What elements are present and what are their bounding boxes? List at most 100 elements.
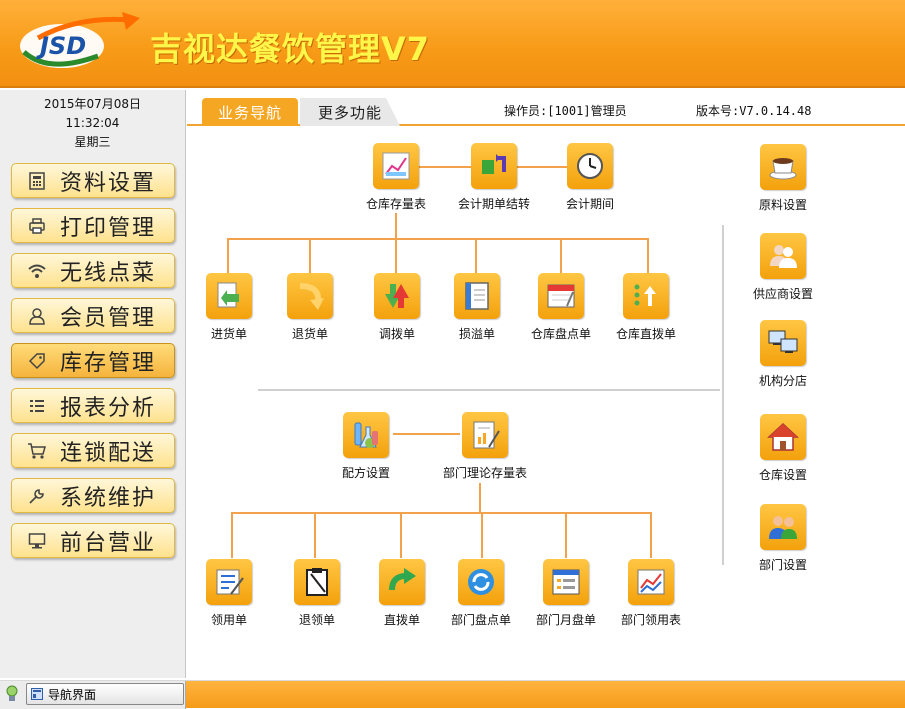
node-return-requisition[interactable]: 退领单	[272, 559, 362, 628]
connector	[227, 238, 649, 240]
node-label: 部门设置	[758, 558, 807, 572]
connector	[560, 238, 562, 273]
date-text: 2015年07月08日	[43, 97, 142, 111]
people-icon	[760, 504, 806, 550]
sidebar-item-front-desk[interactable]: 前台营业	[11, 523, 175, 558]
node-transfer-order[interactable]: 调拨单	[352, 273, 442, 342]
tag-icon	[26, 350, 48, 372]
monitor-icon	[26, 530, 48, 552]
connector	[231, 512, 651, 514]
node-recipe-settings[interactable]: 配方设置	[321, 412, 411, 481]
node-warehouse-settings[interactable]: 仓库设置	[738, 414, 828, 483]
list-arrow-icon	[623, 273, 669, 319]
node-return-order[interactable]: 退货单	[265, 273, 355, 342]
sidebar-item-label: 会员管理	[60, 305, 157, 331]
sidebar-item-label: 打印管理	[60, 215, 157, 241]
node-dept-count[interactable]: 部门盘点单	[436, 559, 526, 628]
node-department-settings[interactable]: 部门设置	[738, 504, 828, 573]
node-period-close[interactable]: 会计期单结转	[449, 143, 539, 212]
wrench-icon	[26, 485, 48, 507]
node-label: 部门月盘单	[535, 613, 596, 627]
nav-screen-label: 导航界面	[48, 687, 97, 702]
nav-screen-button[interactable]: 导航界面	[26, 683, 184, 705]
redo-arrow-icon	[379, 559, 425, 605]
connector	[314, 512, 316, 558]
purchase-icon	[206, 273, 252, 319]
tab-more-functions[interactable]: 更多功能	[300, 98, 400, 126]
connector	[481, 512, 483, 558]
users-icon	[760, 233, 806, 279]
node-dept-monthly-count[interactable]: 部门月盘单	[521, 559, 611, 628]
transfer-icon	[471, 143, 517, 189]
node-accounting-period[interactable]: 会计期间	[545, 143, 635, 212]
node-label: 部门领用表	[620, 613, 681, 627]
sidebar-item-chain-delivery[interactable]: 连锁配送	[11, 433, 175, 468]
connector	[479, 483, 481, 513]
sidebar-item-label: 报表分析	[60, 395, 157, 421]
node-supplier-settings[interactable]: 供应商设置	[738, 233, 828, 302]
sidebar-item-label: 系统维护	[60, 485, 157, 511]
node-label: 机构分店	[758, 374, 807, 388]
node-label: 原料设置	[758, 198, 807, 212]
node-purchase-order[interactable]: 进货单	[184, 273, 274, 342]
node-label: 仓库盘点单	[530, 327, 591, 341]
node-label: 仓库存量表	[365, 197, 426, 211]
sidebar-item-reports[interactable]: 报表分析	[11, 388, 175, 423]
version-info: 版本号:V7.0.14.48	[696, 104, 812, 118]
connector	[227, 238, 229, 273]
connector	[309, 238, 311, 273]
node-warehouse-direct[interactable]: 仓库直拨单	[601, 273, 691, 342]
sidebar-item-label: 资料设置	[60, 170, 157, 196]
node-label: 会计期间	[565, 197, 614, 211]
node-dept-theory-stock[interactable]: 部门理论存量表	[440, 412, 530, 481]
connector	[395, 238, 397, 273]
clock-icon	[567, 143, 613, 189]
node-warehouse-count[interactable]: 仓库盘点单	[516, 273, 606, 342]
printer-icon	[26, 215, 48, 237]
node-dept-requisition-report[interactable]: 部门领用表	[606, 559, 696, 628]
node-branches[interactable]: 机构分店	[738, 320, 828, 389]
status-bar: 导航界面	[0, 680, 905, 709]
sidebar-item-label: 无线点菜	[60, 260, 157, 286]
node-direct-transfer[interactable]: 直拨单	[357, 559, 447, 628]
coffee-cup-icon	[760, 144, 806, 190]
vertical-divider	[722, 225, 724, 565]
connector	[475, 238, 477, 273]
node-label: 部门盘点单	[450, 613, 511, 627]
notebook-icon	[454, 273, 500, 319]
node-warehouse-stock-report[interactable]: 仓库存量表	[351, 143, 441, 212]
calendar-icon	[538, 273, 584, 319]
node-requisition[interactable]: 领用单	[184, 559, 274, 628]
clipboard-icon	[294, 559, 340, 605]
refresh-circle-icon	[458, 559, 504, 605]
node-loss-order[interactable]: 损溢单	[432, 273, 522, 342]
cart-icon	[26, 440, 48, 462]
weekday-text: 星期三	[74, 135, 111, 149]
node-label: 进货单	[210, 327, 247, 341]
connector	[565, 512, 567, 558]
flask-icon	[343, 412, 389, 458]
node-label: 退领单	[298, 613, 335, 627]
checklist-icon	[206, 559, 252, 605]
node-label: 调拨单	[378, 327, 415, 341]
sidebar-item-print[interactable]: 打印管理	[11, 208, 175, 243]
node-ingredient-settings[interactable]: 原料设置	[738, 144, 828, 213]
connector	[400, 512, 402, 558]
node-label: 仓库设置	[758, 468, 807, 482]
calculator-icon	[26, 170, 48, 192]
sidebar-item-inventory[interactable]: 库存管理	[11, 343, 175, 378]
sidebar-item-maintenance[interactable]: 系统维护	[11, 478, 175, 513]
navigation-panel: 仓库存量表 会计期单结转 会计期间 进货单 退货单 调拨单 损溢单 仓库盘点单 …	[187, 128, 905, 678]
node-label: 供应商设置	[752, 287, 813, 301]
return-arrow-icon	[287, 273, 333, 319]
connector	[395, 213, 397, 239]
sidebar-item-data-settings[interactable]: 资料设置	[11, 163, 175, 198]
chart-icon	[373, 143, 419, 189]
sidebar-item-members[interactable]: 会员管理	[11, 298, 175, 333]
tab-business-nav[interactable]: 业务导航	[202, 98, 298, 126]
form-icon	[543, 559, 589, 605]
node-label: 仓库直拨单	[615, 327, 676, 341]
user-icon	[26, 305, 48, 327]
node-label: 领用单	[210, 613, 247, 627]
sidebar-item-wireless[interactable]: 无线点菜	[11, 253, 175, 288]
